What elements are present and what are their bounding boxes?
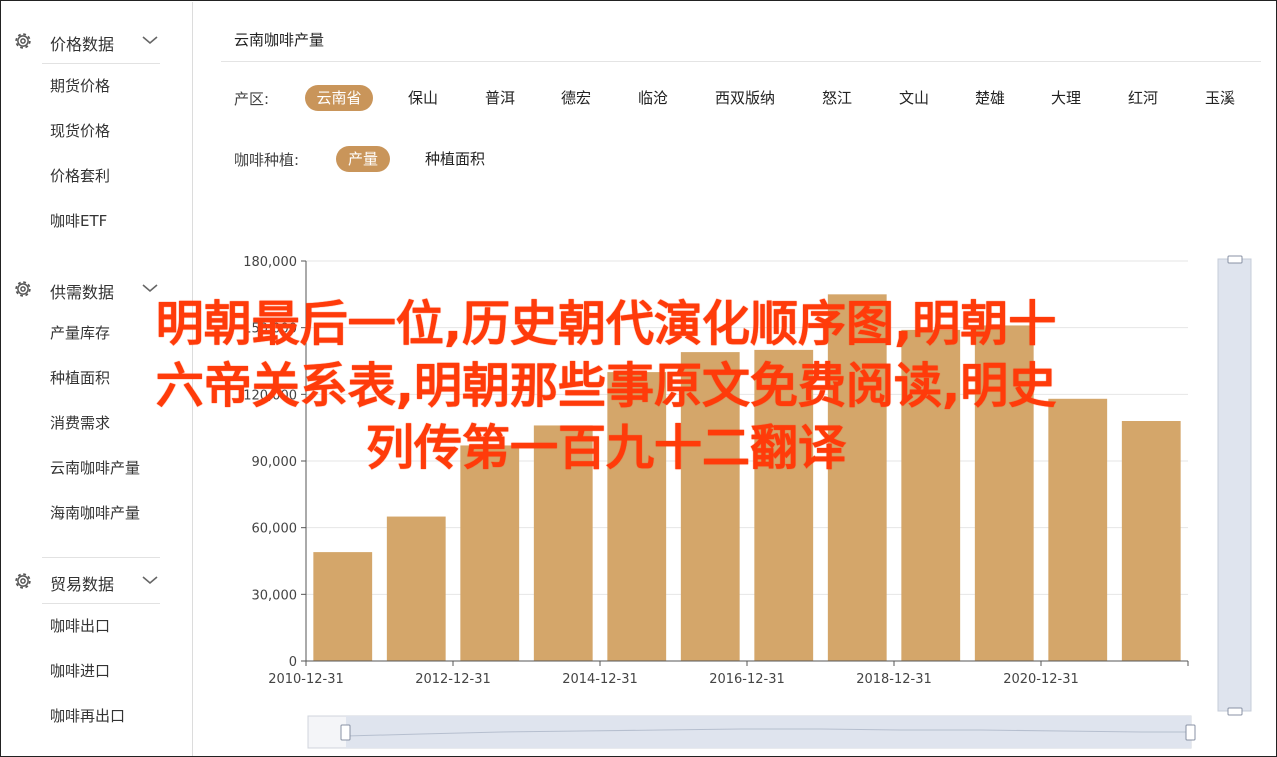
y-tick-label: 180,000 — [243, 255, 297, 270]
slider-handle-left[interactable] — [340, 724, 351, 741]
bars — [313, 294, 1181, 661]
y-tick-label: 30,000 — [252, 588, 298, 603]
y-tick-label: 90,000 — [252, 455, 298, 470]
x-tick-label: 2010-12-31 — [268, 672, 344, 687]
y-tick-label: 0 — [289, 655, 297, 670]
slider-handle-top[interactable] — [1227, 255, 1243, 264]
slider-handle-bottom[interactable] — [1227, 707, 1243, 716]
bar — [1048, 398, 1108, 661]
bar-chart: 0 30,000 60,000 90,000 120,000 150,000 180,000… — [243, 255, 1252, 749]
vertical-zoom-slider[interactable] — [1217, 258, 1252, 712]
y-tick-label: 60,000 — [252, 522, 298, 537]
slider-window[interactable] — [346, 716, 1191, 748]
bar — [1121, 421, 1181, 661]
bar — [313, 552, 373, 661]
bar — [533, 425, 593, 661]
app-frame: 价格数据 期货价格 现货价格 价格套利 咖啡ETF 供需数据 产量库存 种植面积… — [0, 0, 1277, 757]
bar — [754, 349, 814, 661]
bar — [827, 294, 887, 661]
x-tick-label: 2012-12-31 — [415, 672, 491, 687]
y-tick-label: 150,000 — [243, 322, 297, 337]
x-tick-label: 2016-12-31 — [709, 672, 785, 687]
x-tick-label: 2018-12-31 — [856, 672, 932, 687]
x-tick-label: 2020-12-31 — [1003, 672, 1079, 687]
slider-handle-right[interactable] — [1185, 724, 1196, 741]
bar — [680, 352, 740, 661]
bar — [901, 329, 961, 661]
bar — [607, 372, 667, 661]
x-tick-label: 2014-12-31 — [562, 672, 638, 687]
bar — [460, 445, 520, 661]
y-tick-label: 120,000 — [243, 388, 297, 403]
bar — [974, 325, 1034, 661]
bar — [386, 516, 446, 661]
